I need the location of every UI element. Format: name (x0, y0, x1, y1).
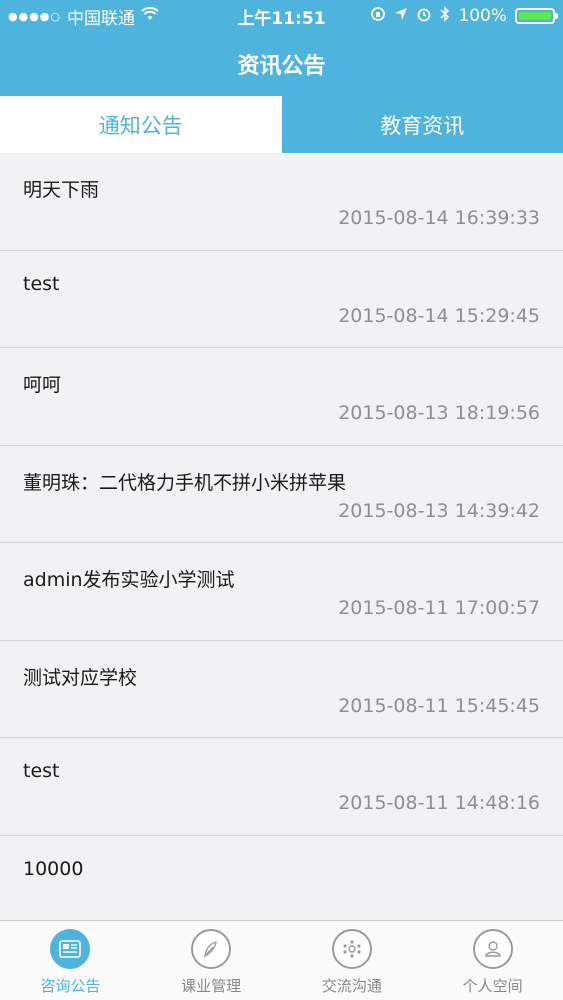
item-title: admin发布实验小学测试 (23, 569, 235, 591)
list-item[interactable]: test 2015-08-11 14:48:16 (0, 738, 563, 836)
item-title: test (23, 272, 60, 295)
network-icon (331, 929, 372, 969)
item-time: 2015-08-13 18:19:56 (338, 402, 540, 424)
battery-fill (519, 12, 551, 20)
item-title: 10000 (23, 857, 84, 880)
carrier-name: 中国联通 (67, 8, 135, 29)
tabbar-item-profile[interactable]: 个人空间 (422, 921, 563, 1000)
tab-label: 通知公告 (98, 113, 183, 138)
list-item[interactable]: 测试对应学校 2015-08-11 15:45:45 (0, 640, 563, 738)
tabbar-label: 课业管理 (181, 977, 242, 995)
item-time: 2015-08-14 15:29:45 (338, 304, 540, 327)
item-time: 2015-08-11 14:48:16 (338, 792, 540, 814)
rotation-lock-icon (370, 6, 386, 27)
news-icon (50, 929, 91, 969)
tabbar-label: 个人空间 (462, 977, 523, 995)
list-item[interactable]: 董明珠：二代格力手机不拼小米拼苹果 2015-08-13 14:39:42 (0, 445, 563, 543)
tabbar-item-news[interactable]: 咨询公告 (0, 921, 141, 1000)
item-title: test (23, 760, 60, 782)
notice-list[interactable]: 明天下雨 2015-08-14 16:39:33 test 2015-08-14… (0, 153, 563, 920)
item-time: 2015-08-13 14:39:42 (338, 499, 540, 522)
status-right: 100% (355, 5, 558, 27)
tab-notices[interactable]: 通知公告 (0, 96, 282, 153)
bottom-tab-bar: 咨询公告 课业管理 交流沟通 个人空间 (0, 920, 563, 1000)
battery-icon (515, 8, 558, 24)
tabbar-label: 交流沟通 (321, 977, 382, 995)
list-item[interactable]: admin发布实验小学测试 2015-08-11 17:00:57 (0, 543, 563, 641)
tabbar-item-communication[interactable]: 交流沟通 (282, 921, 423, 1000)
list-item[interactable]: 10000 (0, 835, 563, 920)
list-item[interactable]: 呵呵 2015-08-13 18:19:56 (0, 348, 563, 446)
list-item[interactable]: test 2015-08-14 15:29:45 (0, 250, 563, 348)
tab-label: 教育资讯 (380, 113, 465, 138)
item-time: 2015-08-11 17:00:57 (338, 597, 540, 619)
status-left: ●●●●○ 中国联通 (8, 4, 208, 29)
bluetooth-icon (440, 5, 450, 27)
tab-education-news[interactable]: 教育资讯 (281, 96, 563, 153)
signal-strength: ●●●●○ (8, 9, 61, 23)
location-icon (394, 6, 408, 26)
item-time: 2015-08-14 16:39:33 (338, 207, 540, 229)
item-title: 测试对应学校 (23, 666, 138, 689)
battery-percent: 100% (458, 6, 507, 26)
person-icon (472, 929, 513, 969)
wifi-icon (141, 6, 159, 26)
tabbar-label: 咨询公告 (40, 977, 101, 995)
nav-bar: 资讯公告 (0, 32, 563, 96)
item-title: 董明珠：二代格力手机不拼小米拼苹果 (23, 471, 347, 494)
item-time: 2015-08-11 15:45:45 (338, 694, 540, 717)
status-time: 上午11:51 (237, 8, 326, 29)
segment-tabs: 通知公告 教育资讯 (0, 96, 563, 153)
status-bar: ●●●●○ 中国联通 上午11:51 100% (0, 0, 563, 32)
alarm-icon (416, 6, 432, 27)
list-item[interactable]: 明天下雨 2015-08-14 16:39:33 (0, 153, 563, 251)
item-title: 明天下雨 (23, 179, 100, 201)
tabbar-item-coursework[interactable]: 课业管理 (141, 921, 282, 1000)
item-title: 呵呵 (23, 374, 62, 396)
page-title: 资讯公告 (237, 54, 326, 79)
feather-icon (191, 929, 232, 969)
